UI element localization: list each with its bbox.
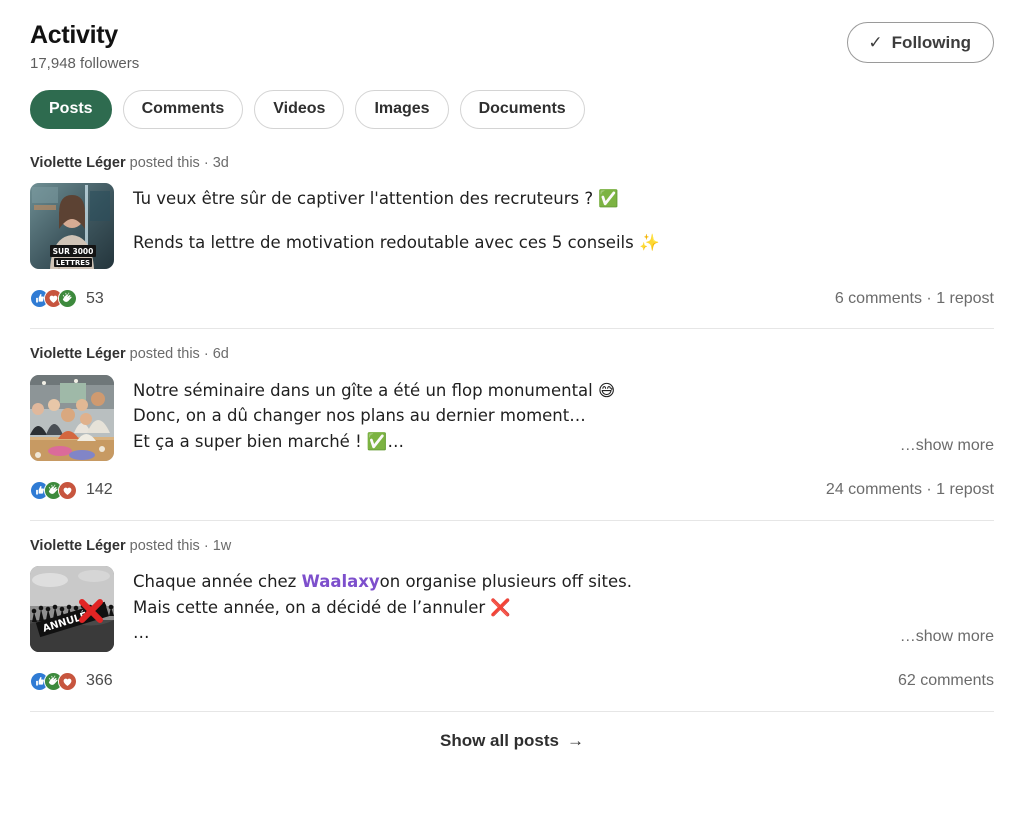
show-more-link[interactable]: …show more — [893, 625, 994, 650]
post-text-suffix: on organise plusieurs off sites. — [379, 571, 632, 591]
post-text-gap — [133, 212, 994, 230]
post-item: Violette Léger posted this · 3d SUR 3000… — [30, 155, 994, 328]
post-text-line: Rends ta lettre de motivation redoutable… — [133, 232, 660, 252]
post-action: posted this — [129, 154, 200, 171]
reaction-count: 366 — [86, 672, 113, 690]
filter-pill-videos[interactable]: Videos — [254, 90, 345, 129]
show-all-posts-button[interactable]: Show all posts → — [434, 730, 590, 752]
post-thumbnail[interactable]: ANNULÉ — [30, 565, 114, 652]
post-engagement-row: 366 62 comments — [30, 671, 994, 709]
filter-pill-documents[interactable]: Documents — [459, 90, 585, 129]
reactions-summary[interactable]: 142 — [30, 480, 113, 500]
post-engagement-row: 53 6 comments · 1 repost — [30, 289, 994, 326]
post-author[interactable]: Violette Léger — [30, 346, 126, 362]
filter-pill-posts[interactable]: Posts — [30, 90, 112, 129]
post-item: Violette Léger posted this · 1w ANNULÉ C… — [30, 519, 994, 711]
reaction-count: 142 — [86, 481, 113, 499]
social-stats[interactable]: 62 comments — [898, 673, 994, 689]
reactions-summary[interactable]: 53 — [30, 289, 104, 309]
post-meta-separator: · — [203, 154, 209, 171]
post-author[interactable]: Violette Léger — [30, 155, 126, 171]
photo-thumbnail-cancelled-graphic: ANNULÉ — [30, 565, 114, 652]
activity-header: Activity 17,948 followers ✓ Following — [30, 0, 994, 72]
arrow-right-icon: → — [567, 730, 585, 750]
svg-text:LETTRES: LETTRES — [56, 259, 90, 267]
post-age: 1w — [212, 537, 232, 554]
post-author[interactable]: Violette Léger — [30, 538, 126, 554]
celebrate-reaction-icon — [58, 289, 77, 309]
post-item: Violette Léger posted this · 6d Notre sé… — [30, 328, 994, 519]
post-text-prefix: Chaque année chez — [133, 571, 302, 591]
post-text-line: Mais cette année, on a décidé de l’annul… — [133, 597, 511, 617]
reaction-icons — [30, 671, 77, 691]
post-age: 6d — [212, 346, 229, 363]
photo-thumbnail-seminar-graphic — [30, 374, 114, 461]
post-text: Chaque année chez Waalaxyon organise plu… — [133, 566, 994, 652]
reaction-count: 53 — [86, 289, 104, 307]
social-stats[interactable]: 24 comments · 1 repost — [826, 482, 994, 498]
following-button[interactable]: ✓ Following — [847, 22, 994, 63]
post-thumbnail[interactable] — [30, 374, 114, 461]
followers-count: 17,948 followers — [30, 54, 140, 72]
post-text-line: Notre séminaire dans un gîte a été un fl… — [133, 380, 616, 400]
filter-pill-comments[interactable]: Comments — [122, 90, 244, 129]
post-meta: Violette Léger posted this · 3d — [30, 155, 994, 172]
post-text-line: Tu veux être sûr de captiver l'attention… — [133, 189, 619, 209]
social-stats[interactable]: 6 comments · 1 repost — [835, 290, 994, 307]
post-meta: Violette Léger posted this · 1w — [30, 538, 994, 555]
filter-pill-images[interactable]: Images — [355, 90, 449, 129]
activity-header-left: Activity 17,948 followers — [30, 21, 140, 72]
post-age: 3d — [212, 154, 229, 171]
brand-link-waalaxy[interactable]: Waalaxy — [302, 572, 380, 591]
filter-pill-group: Posts Comments Videos Images Documents — [30, 90, 994, 129]
reaction-icons — [30, 480, 77, 500]
post-body: ANNULÉ Chaque année chez Waalaxyon organ… — [30, 565, 994, 652]
post-text: Notre séminaire dans un gîte a été un fl… — [133, 375, 994, 461]
post-engagement-row: 142 24 comments · 1 repost — [30, 480, 994, 518]
post-thumbnail[interactable]: SUR 3000 LETTRES — [30, 183, 114, 270]
activity-feed: Violette Léger posted this · 3d SUR 3000… — [30, 155, 994, 711]
show-more-link[interactable]: …show more — [893, 433, 994, 459]
check-icon: ✓ — [868, 33, 883, 52]
following-button-label: Following — [891, 33, 971, 52]
post-action: posted this — [129, 346, 200, 363]
post-text: Tu veux être sûr de captiver l'attention… — [133, 183, 994, 269]
post-text-line: … — [133, 623, 150, 643]
post-meta: Violette Léger posted this · 6d — [30, 346, 994, 363]
page-title: Activity — [30, 21, 118, 49]
svg-text:SUR 3000: SUR 3000 — [53, 247, 94, 256]
post-body: Notre séminaire dans un gîte a été un fl… — [30, 374, 994, 461]
video-thumbnail-letters-graphic: SUR 3000 LETTRES — [30, 183, 114, 270]
love-reaction-icon — [58, 671, 77, 691]
post-action: posted this — [129, 537, 200, 554]
show-all-posts-label: Show all posts — [439, 730, 560, 750]
post-text-line: Et ça a super bien marché ! ✅… — [133, 431, 404, 451]
reactions-summary[interactable]: 366 — [30, 671, 113, 691]
post-meta-separator: · — [203, 537, 209, 554]
reaction-icons — [30, 289, 77, 309]
love-reaction-icon — [58, 480, 77, 500]
post-text-line: Chaque année chez Waalaxyon organise plu… — [133, 569, 994, 595]
post-meta-separator: · — [203, 346, 209, 363]
activity-footer: Show all posts → — [30, 710, 994, 752]
activity-panel: Activity 17,948 followers ✓ Following Po… — [0, 0, 1024, 823]
post-body: SUR 3000 LETTRES Tu veux être sûr de cap… — [30, 183, 994, 270]
post-text-line: Donc, on a dû changer nos plans au derni… — [133, 406, 586, 426]
